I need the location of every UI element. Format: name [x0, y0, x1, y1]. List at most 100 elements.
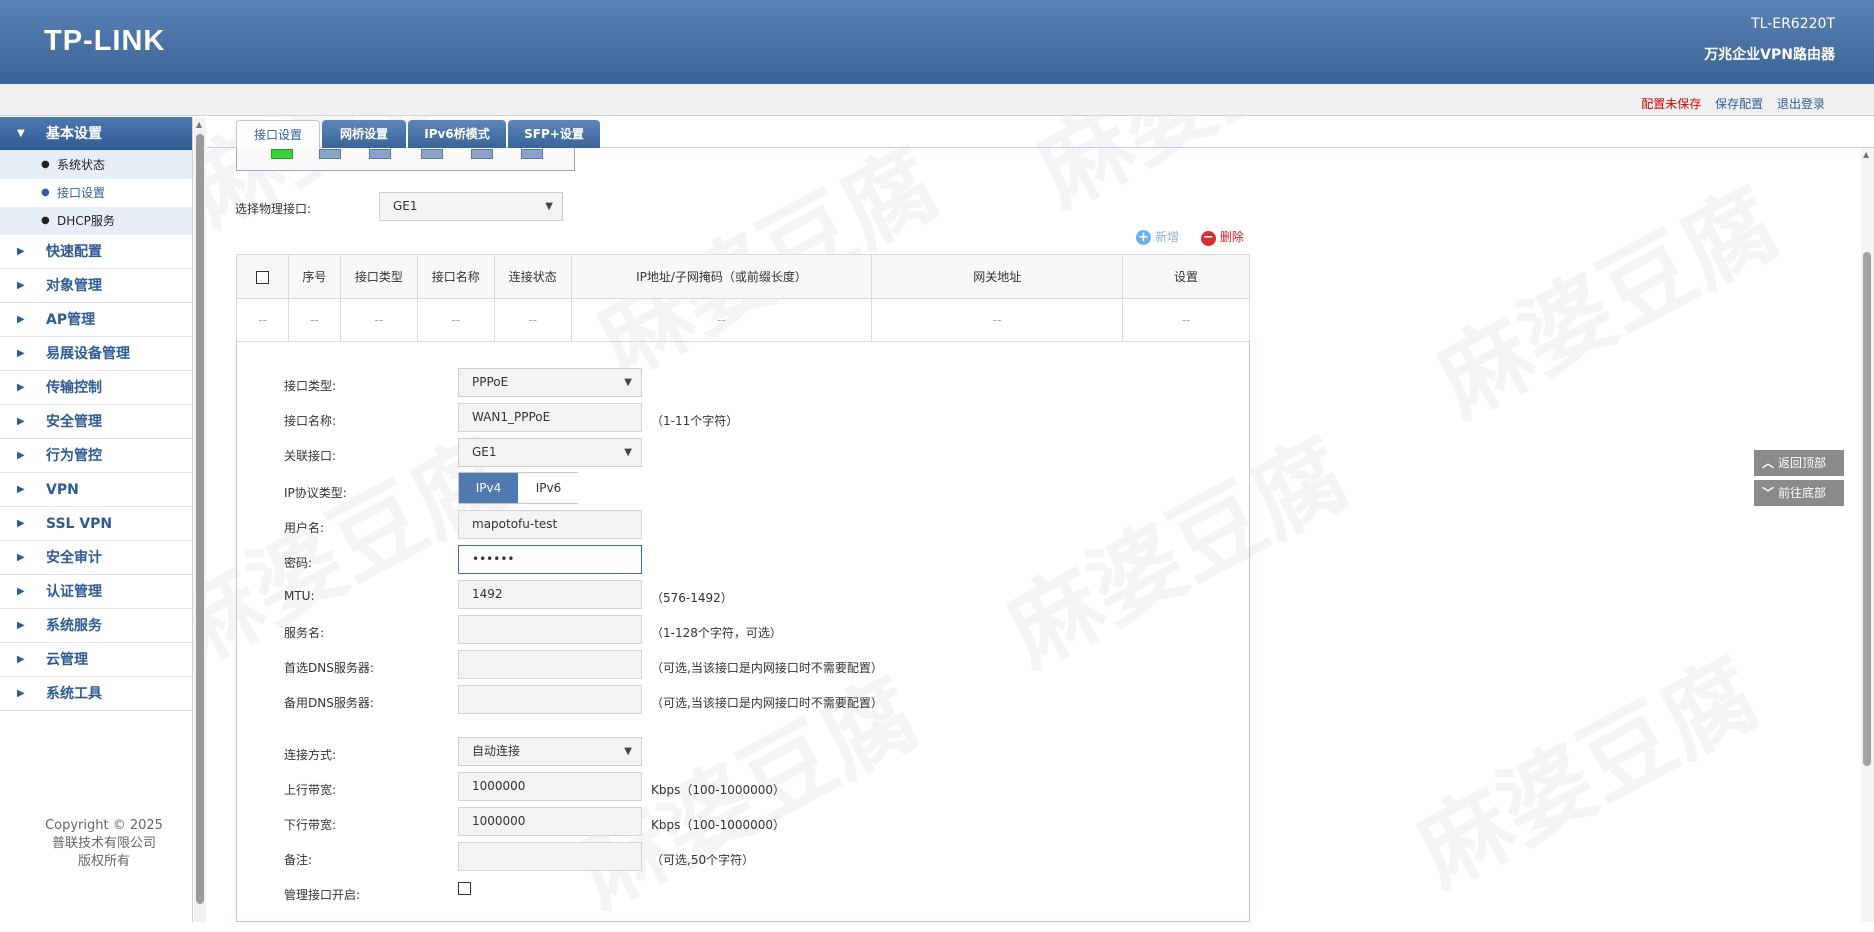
- scrollbar-thumb[interactable]: [196, 134, 204, 904]
- chevron-right-icon: ▶: [17, 314, 25, 325]
- down-bw-input[interactable]: 1000000: [458, 807, 642, 836]
- delete-button[interactable]: − 删除: [1200, 230, 1244, 246]
- col-gateway: 网关地址: [871, 254, 1124, 299]
- ipv4-button[interactable]: IPv4: [459, 473, 518, 503]
- mgmt-iface-checkbox[interactable]: [458, 882, 471, 895]
- select-all-cell: [236, 254, 289, 299]
- chevron-right-icon: ▶: [17, 688, 25, 699]
- sidebar-group-object-mgmt[interactable]: ▶ 对象管理: [0, 269, 192, 303]
- chevron-down-icon: ﹀: [1762, 486, 1775, 500]
- go-to-bottom-button[interactable]: ﹀ 前往底部: [1754, 480, 1844, 506]
- tab-ipv6-bridge-mode[interactable]: IPv6桥模式: [408, 120, 506, 148]
- sidebar-item-system-status[interactable]: ● 系统状态: [0, 151, 192, 179]
- watermark: 麻婆豆腐: [1420, 169, 1796, 438]
- sidebar-group-label: 易展设备管理: [46, 346, 130, 362]
- iface-name-input[interactable]: WAN1_PPPoE: [458, 403, 642, 432]
- col-name: 接口名称: [416, 254, 495, 299]
- mtu-input[interactable]: 1492: [458, 580, 642, 609]
- remark-input[interactable]: [458, 842, 642, 871]
- logout-link[interactable]: 退出登录: [1777, 97, 1825, 111]
- service-label: 服务名:: [284, 626, 325, 640]
- table-cell: --: [416, 298, 495, 342]
- chevron-right-icon: ▶: [17, 586, 25, 597]
- tab-sfp-settings[interactable]: SFP+设置: [508, 120, 600, 148]
- mtu-hint: （576-1492）: [651, 591, 733, 605]
- config-unsaved-link[interactable]: 配置未保存: [1641, 97, 1701, 111]
- sidebar-group-behavior-control[interactable]: ▶ 行为管控: [0, 439, 192, 473]
- table-cell: --: [339, 298, 418, 342]
- port-icon[interactable]: [471, 149, 493, 159]
- caret-down-icon: ▼: [545, 201, 553, 212]
- bind-iface-select[interactable]: GE1 ▼: [458, 438, 642, 467]
- sidebar-group-security-audit[interactable]: ▶ 安全审计: [0, 541, 192, 575]
- port-icon[interactable]: [271, 149, 293, 159]
- sidebar-group-easy-device-mgmt[interactable]: ▶ 易展设备管理: [0, 337, 192, 371]
- sidebar-group-basic-settings[interactable]: ▼ 基本设置: [0, 117, 192, 151]
- sidebar-group-ap-mgmt[interactable]: ▶ AP管理: [0, 303, 192, 337]
- conn-mode-select[interactable]: 自动连接 ▼: [458, 737, 642, 766]
- port-icon[interactable]: [369, 149, 391, 159]
- up-bw-input[interactable]: 1000000: [458, 772, 642, 801]
- table-actions: + 新增 − 删除: [1136, 228, 1244, 246]
- password-input[interactable]: ••••••: [458, 545, 642, 574]
- chevron-right-icon: ▶: [17, 450, 25, 461]
- dns2-input[interactable]: [458, 685, 642, 714]
- password-label: 密码:: [284, 556, 313, 570]
- physical-port-select[interactable]: GE1 ▼: [379, 192, 563, 221]
- iface-name-label: 接口名称:: [284, 414, 337, 428]
- copyright-line: 版权所有: [77, 854, 130, 869]
- sidebar-group-label: 行为管控: [46, 448, 102, 464]
- tab-interface-settings[interactable]: 接口设置: [236, 120, 320, 148]
- sidebar-group-quick-config[interactable]: ▶ 快速配置: [0, 235, 192, 269]
- dns1-hint: （可选,当该接口是内网接口时不需要配置）: [651, 661, 883, 675]
- select-all-checkbox[interactable]: [255, 270, 269, 284]
- save-config-link[interactable]: 保存配置: [1715, 97, 1763, 111]
- sidebar-group-label: 云管理: [46, 652, 88, 668]
- service-input[interactable]: [458, 615, 642, 644]
- sidebar-item-dhcp[interactable]: ● DHCP服务: [0, 207, 192, 235]
- sidebar-group-cloud-mgmt[interactable]: ▶ 云管理: [0, 643, 192, 677]
- col-settings: 设置: [1122, 254, 1250, 299]
- chevron-right-icon: ▶: [17, 280, 25, 291]
- conn-mode-label: 连接方式:: [284, 748, 337, 762]
- sidebar-group-ssl-vpn[interactable]: ▶ SSL VPN: [0, 507, 192, 541]
- username-label: 用户名:: [284, 521, 325, 535]
- back-to-top-button[interactable]: ︿ 返回顶部: [1754, 450, 1844, 476]
- select-value: 自动连接: [472, 744, 521, 758]
- sidebar-group-system-services[interactable]: ▶ 系统服务: [0, 609, 192, 643]
- port-icon[interactable]: [421, 149, 443, 159]
- sidebar-item-label: 接口设置: [57, 186, 106, 200]
- sidebar-group-label: 系统服务: [46, 618, 102, 634]
- sidebar-group-system-tools[interactable]: ▶ 系统工具: [0, 677, 192, 711]
- tp-link-logo: TP-LINK: [44, 25, 166, 57]
- ipv6-button[interactable]: IPv6: [519, 473, 578, 503]
- sidebar-group-transport-control[interactable]: ▶ 传输控制: [0, 371, 192, 405]
- up-bw-label: 上行带宽:: [284, 783, 337, 797]
- scroll-up-icon[interactable]: ▲: [1863, 150, 1869, 159]
- table-cell: --: [493, 298, 572, 342]
- sidebar-group-auth-mgmt[interactable]: ▶ 认证管理: [0, 575, 192, 609]
- username-input[interactable]: mapotofu-test: [458, 510, 642, 539]
- app-header: TP-LINK TL-ER6220T 万兆企业VPN路由器: [0, 0, 1874, 84]
- sidebar-item-interface-settings[interactable]: ● 接口设置: [0, 179, 192, 207]
- scrollbar-thumb[interactable]: [1863, 252, 1871, 766]
- main-scrollbar[interactable]: ▲: [1861, 148, 1874, 922]
- tab-bridge-settings[interactable]: 网桥设置: [322, 120, 406, 148]
- dns1-input[interactable]: [458, 650, 642, 679]
- chevron-right-icon: ▶: [17, 654, 25, 665]
- port-icon[interactable]: [521, 149, 543, 159]
- iface-type-select[interactable]: PPPoE ▼: [458, 368, 642, 397]
- sidebar-scrollbar[interactable]: ▲: [194, 118, 206, 922]
- sidebar-group-label: 认证管理: [46, 584, 102, 600]
- scroll-up-icon[interactable]: ▲: [196, 120, 202, 129]
- sidebar-group-label: 安全审计: [46, 550, 102, 566]
- col-index: 序号: [287, 254, 341, 299]
- sidebar-group-vpn[interactable]: ▶ VPN: [0, 473, 192, 507]
- add-button[interactable]: + 新增: [1136, 230, 1179, 245]
- copyright: Copyright © 2025 普联技术有限公司 版权所有: [0, 817, 208, 871]
- port-icon[interactable]: [319, 149, 341, 159]
- status-links: 配置未保存 保存配置 退出登录: [1631, 95, 1825, 112]
- sidebar-group-security-mgmt[interactable]: ▶ 安全管理: [0, 405, 192, 439]
- iface-name-hint: （1-11个字符）: [651, 414, 739, 428]
- table-cell: --: [871, 298, 1124, 342]
